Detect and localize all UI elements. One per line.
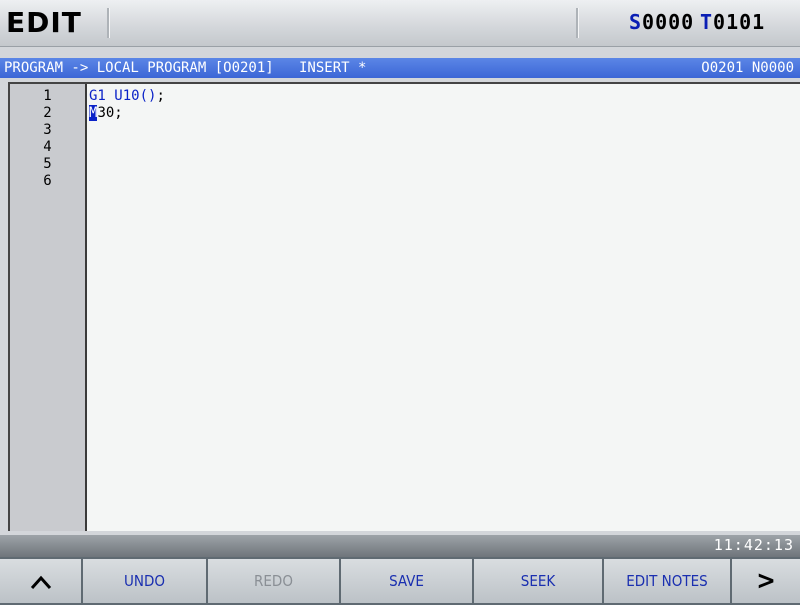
code-area[interactable]: G1 U10(); M30;	[89, 88, 165, 122]
program-info-bar: PROGRAM -> LOCAL PROGRAM [O0201] INSERT …	[0, 58, 800, 78]
title-divider	[107, 8, 110, 38]
code-line[interactable]: M30;	[89, 105, 165, 122]
next-page-button[interactable]: >	[732, 559, 800, 603]
undo-button[interactable]: UNDO	[83, 559, 208, 603]
status-bar: 11:42:13	[0, 535, 800, 557]
line-number: 6	[43, 173, 52, 189]
line-number: 1	[43, 88, 52, 104]
program-number: O0201 N0000	[701, 60, 794, 76]
line-number: 4	[43, 139, 52, 155]
chevron-up-icon	[30, 575, 51, 589]
spindle-speed-readout: S0000	[629, 10, 694, 34]
save-button[interactable]: SAVE	[341, 559, 474, 603]
tool-value: 0101	[713, 10, 766, 34]
line-number: 5	[43, 156, 52, 172]
prev-page-button[interactable]	[0, 559, 83, 603]
tool-prefix: T	[700, 10, 714, 34]
code-token: 30;	[97, 105, 123, 121]
title-bar: EDIT S0000 T0101	[0, 0, 800, 47]
program-editor[interactable]: 123456 G1 U10(); M30;	[8, 82, 800, 531]
edit-notes-button[interactable]: EDIT NOTES	[604, 559, 732, 603]
seek-button[interactable]: SEEK	[474, 559, 604, 603]
spindle-prefix: S	[629, 10, 643, 34]
code-token: ;	[156, 88, 165, 104]
redo-button[interactable]: REDO	[208, 559, 341, 603]
clock: 11:42:13	[713, 536, 794, 554]
line-number: 3	[43, 122, 52, 138]
code-line[interactable]: G1 U10();	[89, 88, 165, 105]
cnc-screen: EDIT S0000 T0101 PROGRAM -> LOCAL PROGRA…	[0, 0, 800, 605]
title-divider	[576, 8, 579, 38]
line-number: 2	[43, 105, 52, 121]
code-token: U10()	[114, 88, 157, 104]
program-path: PROGRAM -> LOCAL PROGRAM [O0201] INSERT …	[4, 60, 367, 76]
line-number-gutter: 123456	[10, 84, 87, 531]
softkey-bar: UNDO REDO SAVE SEEK EDIT NOTES >	[0, 557, 800, 605]
tool-number-readout: T0101	[700, 10, 765, 34]
code-token: G1	[89, 88, 106, 104]
mode-label: EDIT	[6, 6, 82, 39]
spindle-value: 0000	[642, 10, 695, 34]
